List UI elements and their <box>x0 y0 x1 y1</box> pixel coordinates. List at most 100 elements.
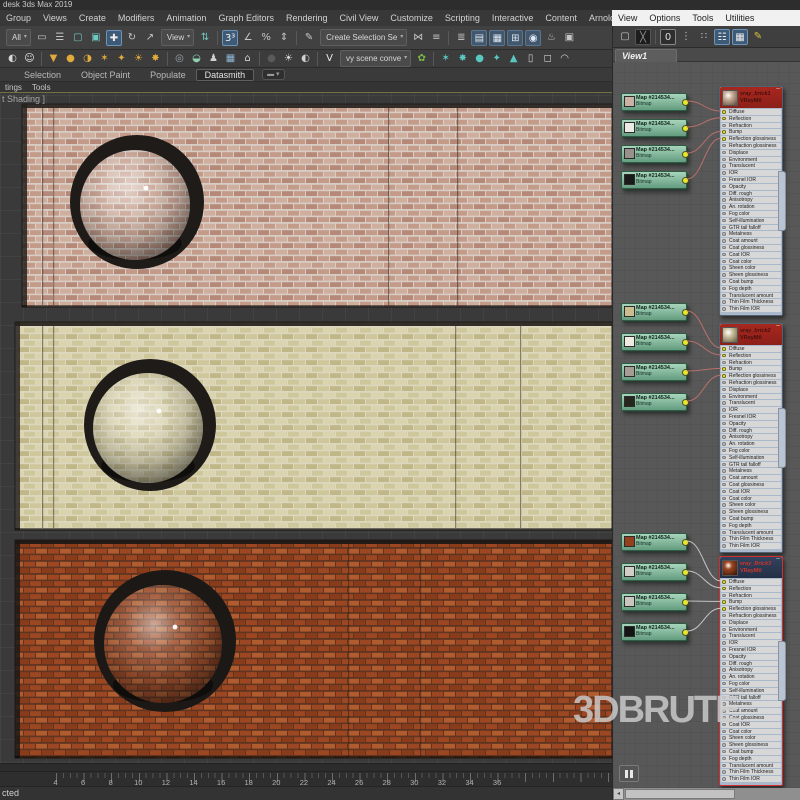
ies-light-icon[interactable]: ✸ <box>148 51 163 66</box>
slot-gtr-tail-falloff[interactable]: GTR tail falloff <box>721 695 781 701</box>
input-socket-icon[interactable] <box>722 260 726 264</box>
input-socket-icon[interactable] <box>722 587 726 591</box>
output-socket-icon[interactable] <box>682 151 689 158</box>
edit-selection-set-icon[interactable]: ✎ <box>301 30 317 46</box>
curve-editor-icon[interactable]: ▦ <box>489 30 505 46</box>
dock-menu-tings[interactable]: tings <box>0 83 27 92</box>
menu-interactive[interactable]: Interactive <box>486 13 540 23</box>
track-bar[interactable] <box>0 763 612 771</box>
slot-coat-amount[interactable]: Coat amount <box>721 238 781 244</box>
menu-scripting[interactable]: Scripting <box>439 13 486 23</box>
slot-sheen-glossiness[interactable]: Sheen glossiness <box>721 742 781 748</box>
dome-light-icon[interactable]: ◑ <box>80 51 95 66</box>
input-socket-icon[interactable] <box>722 185 726 189</box>
ribbon-toggle-icon[interactable]: ▤ <box>471 30 487 46</box>
slot-coat-amount[interactable]: Coat amount <box>721 708 781 714</box>
slot-an-rotation[interactable]: An. rotation <box>721 204 781 210</box>
slot-bump[interactable]: Bump <box>721 366 781 372</box>
half-sphere-icon[interactable]: ◐ <box>298 51 313 66</box>
slot-opacity[interactable]: Opacity <box>721 654 781 660</box>
slot-diffuse[interactable]: Diffuse <box>721 579 781 585</box>
populate-people-icon[interactable]: ☺ <box>22 51 37 66</box>
slot-displace[interactable]: Displace <box>721 150 781 156</box>
bitmap-node[interactable]: Map #214534...Bitmap <box>621 119 687 137</box>
input-socket-icon[interactable] <box>722 497 726 501</box>
dock-menu-tools[interactable]: Tools <box>27 83 56 92</box>
render-map-icon[interactable]: ╳ <box>635 29 651 45</box>
input-socket-icon[interactable] <box>722 770 726 774</box>
editor-menu-tools[interactable]: Tools <box>686 13 719 23</box>
output-socket-icon[interactable] <box>682 339 689 346</box>
input-socket-icon[interactable] <box>722 648 726 652</box>
figure-icon[interactable]: ♟ <box>206 51 221 66</box>
slot-diff-rough[interactable]: Diff. rough <box>721 428 781 434</box>
collapse-node-icon[interactable]: − <box>776 323 780 330</box>
menu-civil-view[interactable]: Civil View <box>334 13 385 23</box>
input-socket-icon[interactable] <box>722 449 726 453</box>
slot-translucent-amount[interactable]: Translucent amount <box>721 293 781 299</box>
slot-displace[interactable]: Displace <box>721 387 781 393</box>
slot-bump[interactable]: Bump <box>721 599 781 605</box>
slot-diff-rough[interactable]: Diff. rough <box>721 661 781 667</box>
output-socket-icon[interactable] <box>682 177 689 184</box>
ribbon-tab-datasmith[interactable]: Datasmith <box>196 69 255 81</box>
input-socket-icon[interactable] <box>722 144 726 148</box>
node-output-tab[interactable] <box>778 171 786 231</box>
scene-converter-dropdown[interactable]: vy scene conve▾ <box>340 50 411 67</box>
reference-coordinate-dropdown[interactable]: View▾ <box>161 29 194 46</box>
menu-arnold[interactable]: Arnold <box>583 13 612 23</box>
slot-translucent[interactable]: Translucent <box>721 400 781 406</box>
slot-refraction[interactable]: Refraction <box>721 593 781 599</box>
editor-menu-utilities[interactable]: Utilities <box>719 13 760 23</box>
scale-icon[interactable]: ↗ <box>142 30 158 46</box>
input-socket-icon[interactable] <box>722 614 726 618</box>
camera-sphere-icon[interactable]: ◎ <box>172 51 187 66</box>
output-socket-icon[interactable] <box>682 125 689 132</box>
show-grid-icon[interactable]: ☷ <box>714 29 730 45</box>
crossing-region-icon[interactable]: ▣ <box>88 30 104 46</box>
slot-translucent[interactable]: Translucent <box>721 633 781 639</box>
input-socket-icon[interactable] <box>722 374 726 378</box>
collapse-node-icon[interactable]: − <box>776 556 780 563</box>
menu-graph-editors[interactable]: Graph Editors <box>212 13 280 23</box>
viewport-shading-label[interactable]: t Shading ] <box>2 94 45 104</box>
input-socket-icon[interactable] <box>722 178 726 182</box>
menu-content[interactable]: Content <box>539 13 583 23</box>
input-socket-icon[interactable] <box>722 757 726 761</box>
input-socket-icon[interactable] <box>722 388 726 392</box>
bitmap-node[interactable]: Map #214534...Bitmap <box>621 593 687 611</box>
sphere-preview-icon[interactable]: ◐ <box>5 51 20 66</box>
dark-sphere-icon[interactable]: ● <box>264 51 279 66</box>
input-socket-icon[interactable] <box>722 381 726 385</box>
spinner-snap-icon[interactable]: ⇕ <box>276 30 292 46</box>
slot-diff-rough[interactable]: Diff. rough <box>721 191 781 197</box>
slot-anisotropy[interactable]: Anisotropy <box>721 434 781 440</box>
material-node-vray-brick3[interactable]: vray_Brick3VRayMtl−DiffuseReflectionRefr… <box>719 556 783 786</box>
slot-metalness[interactable]: Metalness <box>721 231 781 237</box>
input-socket-icon[interactable] <box>722 287 726 291</box>
slot-coat-color[interactable]: Coat color <box>721 259 781 265</box>
menu-create[interactable]: Create <box>73 13 112 23</box>
slot-sheen-glossiness[interactable]: Sheen glossiness <box>721 509 781 515</box>
door-icon[interactable]: ▯ <box>523 51 538 66</box>
input-socket-icon[interactable] <box>722 743 726 747</box>
input-socket-icon[interactable] <box>722 750 726 754</box>
arc-icon[interactable]: ◠ <box>557 51 572 66</box>
percent-snap-icon[interactable]: % <box>258 30 274 46</box>
pick-material-icon[interactable]: ✎ <box>750 29 766 45</box>
slot-coat-ior[interactable]: Coat IOR <box>721 722 781 728</box>
input-socket-icon[interactable] <box>722 668 726 672</box>
align-icon[interactable]: ≡ <box>428 30 444 46</box>
input-socket-icon[interactable] <box>722 294 726 298</box>
input-socket-icon[interactable] <box>722 709 726 713</box>
rotate-icon[interactable]: ↻ <box>124 30 140 46</box>
slot-coat-bump[interactable]: Coat bump <box>721 516 781 522</box>
ribbon-tab-object-paint[interactable]: Object Paint <box>71 70 140 80</box>
input-socket-icon[interactable] <box>722 367 726 371</box>
menu-customize[interactable]: Customize <box>384 13 439 23</box>
editor-menu-options[interactable]: Options <box>643 13 686 23</box>
slot-sheen-color[interactable]: Sheen color <box>721 735 781 741</box>
input-socket-icon[interactable] <box>722 621 726 625</box>
slot-diffuse[interactable]: Diffuse <box>721 109 781 115</box>
slot-coat-color[interactable]: Coat color <box>721 729 781 735</box>
